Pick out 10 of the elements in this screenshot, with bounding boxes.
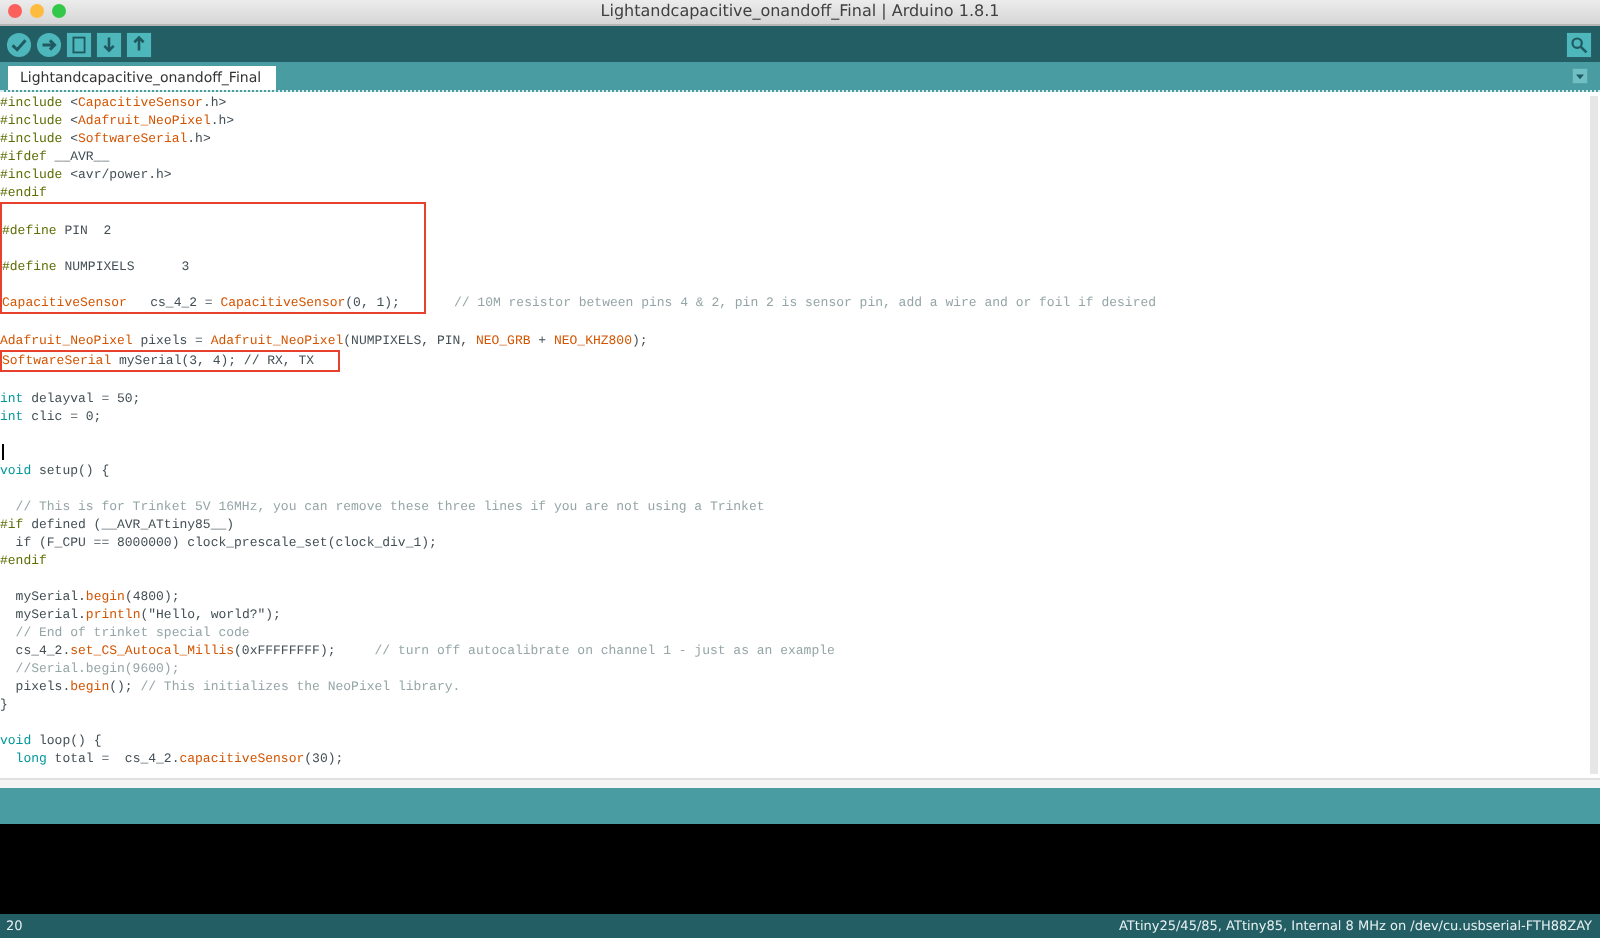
tab-menu-icon[interactable] xyxy=(1572,68,1588,84)
text-cursor xyxy=(2,444,4,461)
verify-check-icon[interactable] xyxy=(6,31,32,57)
new-file-icon[interactable] xyxy=(66,31,92,57)
window-title: Lightandcapacitive_onandoff_Final | Arduino 1.8.1 xyxy=(600,2,1000,22)
serial-monitor-icon[interactable] xyxy=(1566,31,1592,57)
zoom-button[interactable] xyxy=(52,4,66,18)
close-button[interactable] xyxy=(8,4,22,18)
save-icon[interactable] xyxy=(126,31,152,57)
upload-arrow-icon[interactable] xyxy=(36,31,62,57)
